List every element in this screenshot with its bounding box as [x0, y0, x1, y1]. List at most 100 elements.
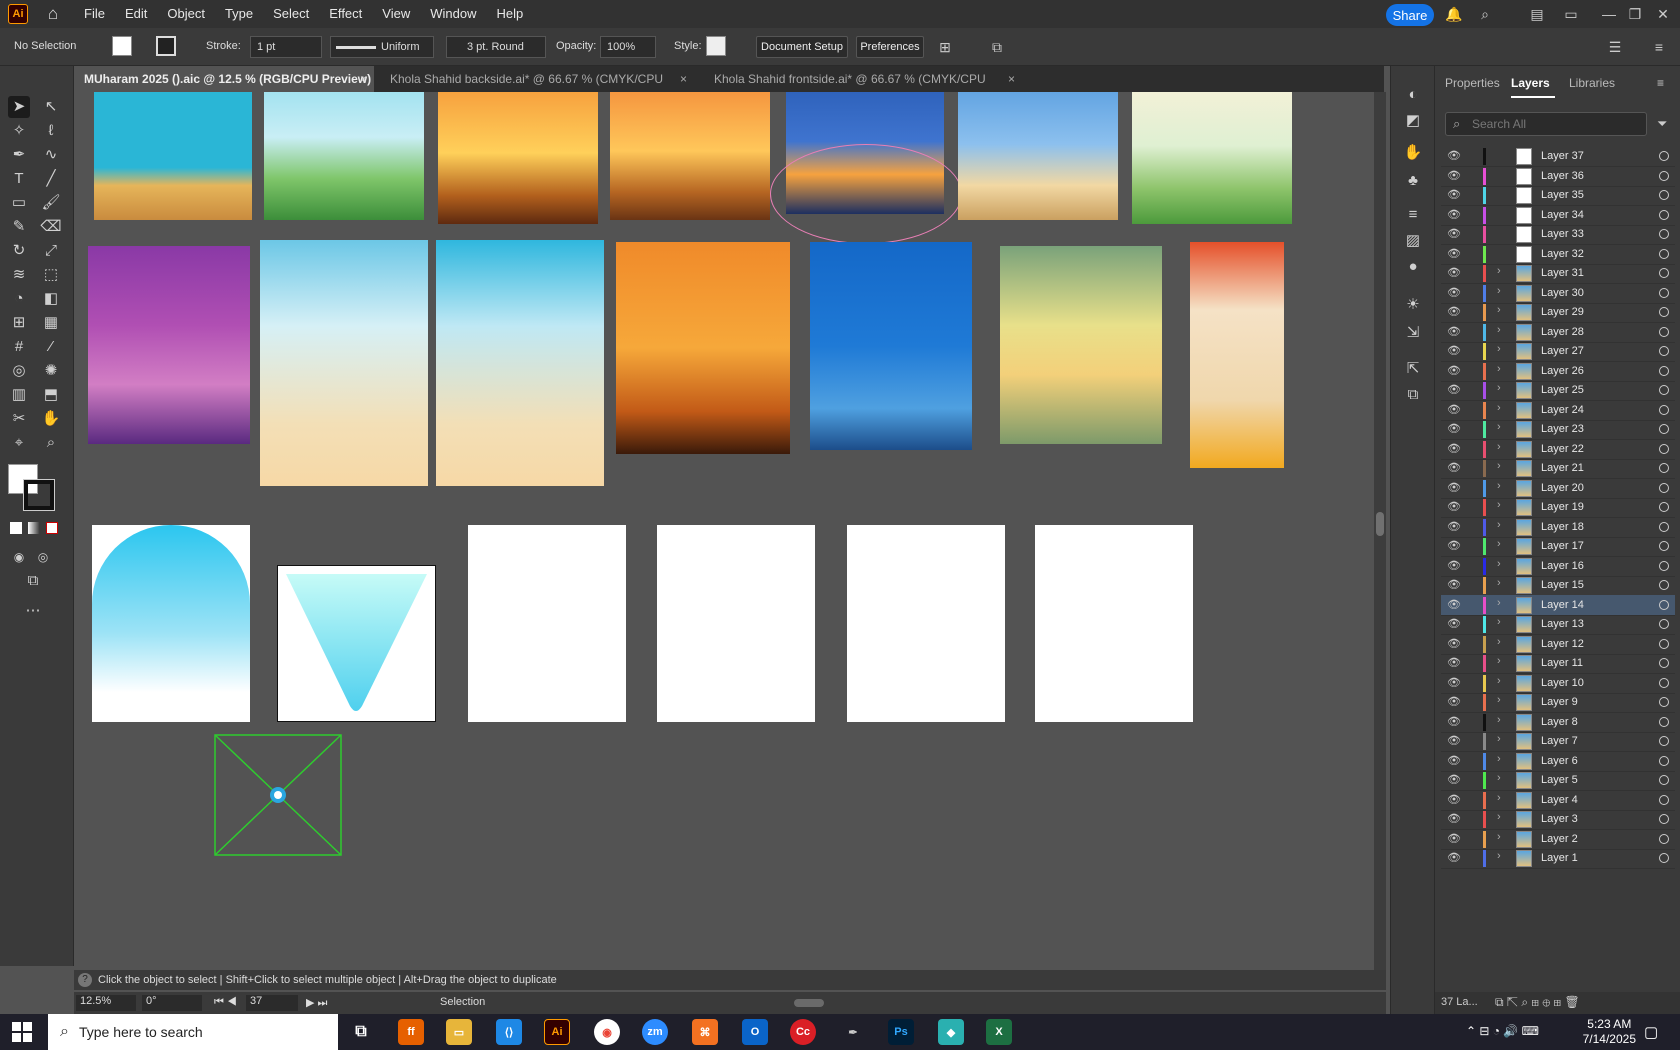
expand-chevron-icon[interactable]: › — [1497, 655, 1501, 667]
photoshop-icon[interactable]: Ps — [888, 1019, 914, 1045]
fill-swatch[interactable] — [112, 36, 132, 56]
visibility-eye-icon[interactable]: 👁 — [1447, 208, 1461, 221]
clock[interactable]: 5:23 AM 7/14/2025 — [1583, 1017, 1636, 1047]
target-circle-icon[interactable] — [1659, 775, 1669, 785]
expand-chevron-icon[interactable]: › — [1497, 304, 1501, 316]
layer-row[interactable]: 👁 › Layer 1 — [1441, 848, 1675, 869]
layer-row[interactable]: 👁 › Layer 14 — [1441, 594, 1675, 616]
layer-row[interactable]: 👁 › Layer 16 — [1441, 556, 1675, 577]
visibility-eye-icon[interactable]: 👁 — [1447, 832, 1461, 845]
brush-dropdown[interactable]: 3 pt. Round — [446, 36, 546, 58]
maximize-icon[interactable]: ❐ — [1626, 5, 1644, 23]
expand-chevron-icon[interactable]: › — [1497, 480, 1501, 492]
expand-chevron-icon[interactable]: › — [1497, 460, 1501, 472]
layer-row[interactable]: 👁 › Layer 15 — [1441, 575, 1675, 596]
menu-type[interactable]: Type — [215, 0, 263, 28]
target-circle-icon[interactable] — [1659, 502, 1669, 512]
free-transform-tool-icon[interactable]: ⬚ — [40, 264, 62, 286]
menu-view[interactable]: View — [372, 0, 420, 28]
expand-chevron-icon[interactable]: › — [1497, 850, 1501, 862]
visibility-eye-icon[interactable]: 👁 — [1447, 676, 1461, 689]
visibility-eye-icon[interactable]: 👁 — [1447, 266, 1461, 279]
artboard-thumbnail[interactable] — [88, 246, 250, 444]
artboard-thumbnail[interactable] — [616, 242, 790, 454]
visibility-eye-icon[interactable]: 👁 — [1447, 325, 1461, 338]
visibility-eye-icon[interactable]: 👁 — [1447, 422, 1461, 435]
expand-chevron-icon[interactable]: › — [1497, 733, 1501, 745]
next-artboard-icon[interactable]: ▶ ⏭ — [306, 996, 327, 1010]
target-circle-icon[interactable] — [1659, 560, 1669, 571]
target-circle-icon[interactable] — [1659, 424, 1669, 434]
visibility-eye-icon[interactable]: 👁 — [1447, 481, 1461, 494]
curvature-tool-icon[interactable]: ∿ — [40, 144, 62, 166]
export-icon[interactable]: ⇱ — [1402, 358, 1424, 380]
scroll-thumb[interactable] — [1376, 512, 1384, 536]
target-circle-icon[interactable] — [1659, 619, 1669, 629]
layer-row[interactable]: 👁 › Layer 25 — [1441, 380, 1675, 401]
shaper-tool-icon[interactable]: ✎ — [8, 216, 30, 238]
expand-chevron-icon[interactable]: › — [1497, 343, 1501, 355]
target-circle-icon[interactable] — [1659, 443, 1669, 454]
layer-row[interactable]: 👁 › Layer 30 — [1441, 283, 1675, 304]
tab-close-icon[interactable]: × — [1008, 66, 1015, 92]
graphic-styles-icon[interactable]: ☀ — [1402, 294, 1424, 316]
target-circle-icon[interactable] — [1659, 482, 1669, 493]
layer-row[interactable]: 👁 › Layer 19 — [1441, 497, 1675, 518]
expand-chevron-icon[interactable]: › — [1497, 811, 1501, 823]
expand-chevron-icon[interactable]: › — [1497, 538, 1501, 550]
target-circle-icon[interactable] — [1659, 833, 1669, 844]
draw-behind-icon[interactable]: ◎ — [32, 546, 54, 568]
expand-chevron-icon[interactable]: › — [1497, 577, 1501, 589]
layer-row[interactable]: 👁 › Layer 8 — [1441, 712, 1675, 733]
target-circle-icon[interactable] — [1659, 697, 1669, 707]
creative-cloud-icon[interactable]: Cc — [790, 1019, 816, 1045]
tab-close-icon[interactable]: × — [360, 66, 367, 92]
arrange-icon[interactable]: ▭ — [1562, 5, 1580, 23]
first-artboard-icon[interactable]: ⏮ ◀ — [214, 996, 237, 1009]
expand-chevron-icon[interactable]: › — [1497, 499, 1501, 511]
pen-tool-icon[interactable]: ✒ — [8, 144, 30, 166]
artboard-tool-icon[interactable]: ⬒ — [40, 384, 62, 406]
visibility-eye-icon[interactable]: 👁 — [1447, 286, 1461, 299]
target-circle-icon[interactable] — [1659, 794, 1669, 805]
layer-row[interactable]: 👁 Layer 33 — [1441, 224, 1675, 245]
tab-backside[interactable]: Khola Shahid backside.ai* @ 66.67 % (CMY… — [380, 66, 698, 112]
expand-chevron-icon[interactable]: › — [1497, 831, 1501, 843]
expand-chevron-icon[interactable]: › — [1497, 382, 1501, 394]
zoom-icon[interactable]: zm — [642, 1019, 668, 1045]
visibility-eye-icon[interactable]: 👁 — [1447, 715, 1461, 728]
layer-row[interactable]: 👁 › Layer 21 — [1441, 458, 1675, 479]
tab-layers[interactable]: Layers — [1511, 76, 1550, 90]
panel-menu-icon[interactable]: ≡ — [1657, 76, 1664, 90]
zoom-tool-icon[interactable]: ⌕ — [40, 432, 62, 454]
blank-artboard[interactable] — [657, 525, 815, 722]
menu-file[interactable]: File — [74, 0, 115, 28]
graph-tool-icon[interactable]: ▥ — [8, 384, 30, 406]
target-circle-icon[interactable] — [1659, 853, 1669, 863]
target-circle-icon[interactable] — [1659, 365, 1669, 376]
type-tool-icon[interactable]: T — [8, 168, 30, 190]
artboard-thumbnail[interactable] — [1000, 246, 1162, 444]
artboard-number-field[interactable]: 37 — [246, 995, 298, 1011]
firefox-icon[interactable]: ff — [398, 1019, 424, 1045]
none-mode-icon[interactable] — [46, 522, 58, 534]
artboard-thumbnail[interactable] — [610, 92, 770, 220]
visibility-eye-icon[interactable]: 👁 — [1447, 344, 1461, 357]
layer-row[interactable]: 👁 › Layer 24 — [1441, 400, 1675, 421]
visibility-eye-icon[interactable]: 👁 — [1447, 695, 1461, 708]
blank-artboard[interactable] — [468, 525, 626, 722]
scale-tool-icon[interactable]: ⤢ — [40, 240, 62, 262]
target-circle-icon[interactable] — [1659, 541, 1669, 551]
visibility-eye-icon[interactable]: 👁 — [1447, 188, 1461, 201]
workspace-icon[interactable]: ▤ — [1528, 5, 1546, 23]
layer-row[interactable]: 👁 Layer 37 — [1441, 146, 1675, 167]
expand-chevron-icon[interactable]: › — [1497, 714, 1501, 726]
layer-row[interactable]: 👁 › Layer 28 — [1441, 322, 1675, 343]
layer-row[interactable]: 👁 Layer 32 — [1441, 244, 1675, 265]
expand-chevron-icon[interactable]: › — [1497, 324, 1501, 336]
more-tools-icon[interactable]: ⋯ — [22, 600, 44, 622]
gradient-tool-icon[interactable]: ▦ — [40, 312, 62, 334]
eraser-tool-icon[interactable]: ⌫ — [40, 216, 62, 238]
target-circle-icon[interactable] — [1659, 229, 1669, 239]
layer-row[interactable]: 👁 › Layer 4 — [1441, 790, 1675, 811]
